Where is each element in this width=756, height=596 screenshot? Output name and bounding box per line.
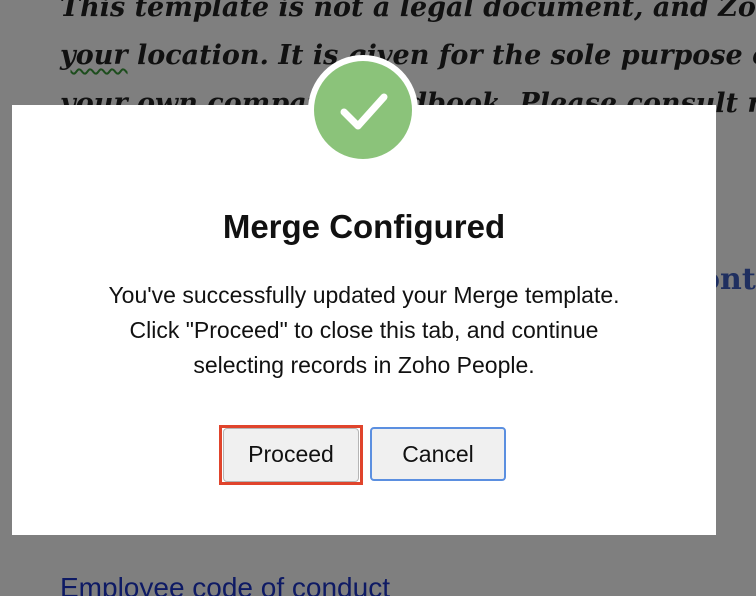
- dialog-message-line: You've successfully updated your Merge t…: [108, 282, 620, 308]
- dialog-message: You've successfully updated your Merge t…: [12, 278, 716, 383]
- page: This template is not a legal document, a…: [0, 0, 756, 596]
- cancel-button[interactable]: Cancel: [370, 427, 506, 481]
- dialog-message-line: selecting records in Zoho People.: [193, 352, 535, 378]
- check-icon: [340, 93, 388, 130]
- dialog-title: Merge Configured: [222, 208, 506, 245]
- success-circle: [314, 61, 412, 159]
- proceed-button[interactable]: Proceed: [223, 428, 359, 482]
- dialog-message-line: Click "Proceed" to close this tab, and c…: [129, 317, 599, 343]
- merge-configured-dialog: Merge Configured You've successfully upd…: [12, 105, 716, 535]
- success-badge: [308, 55, 418, 165]
